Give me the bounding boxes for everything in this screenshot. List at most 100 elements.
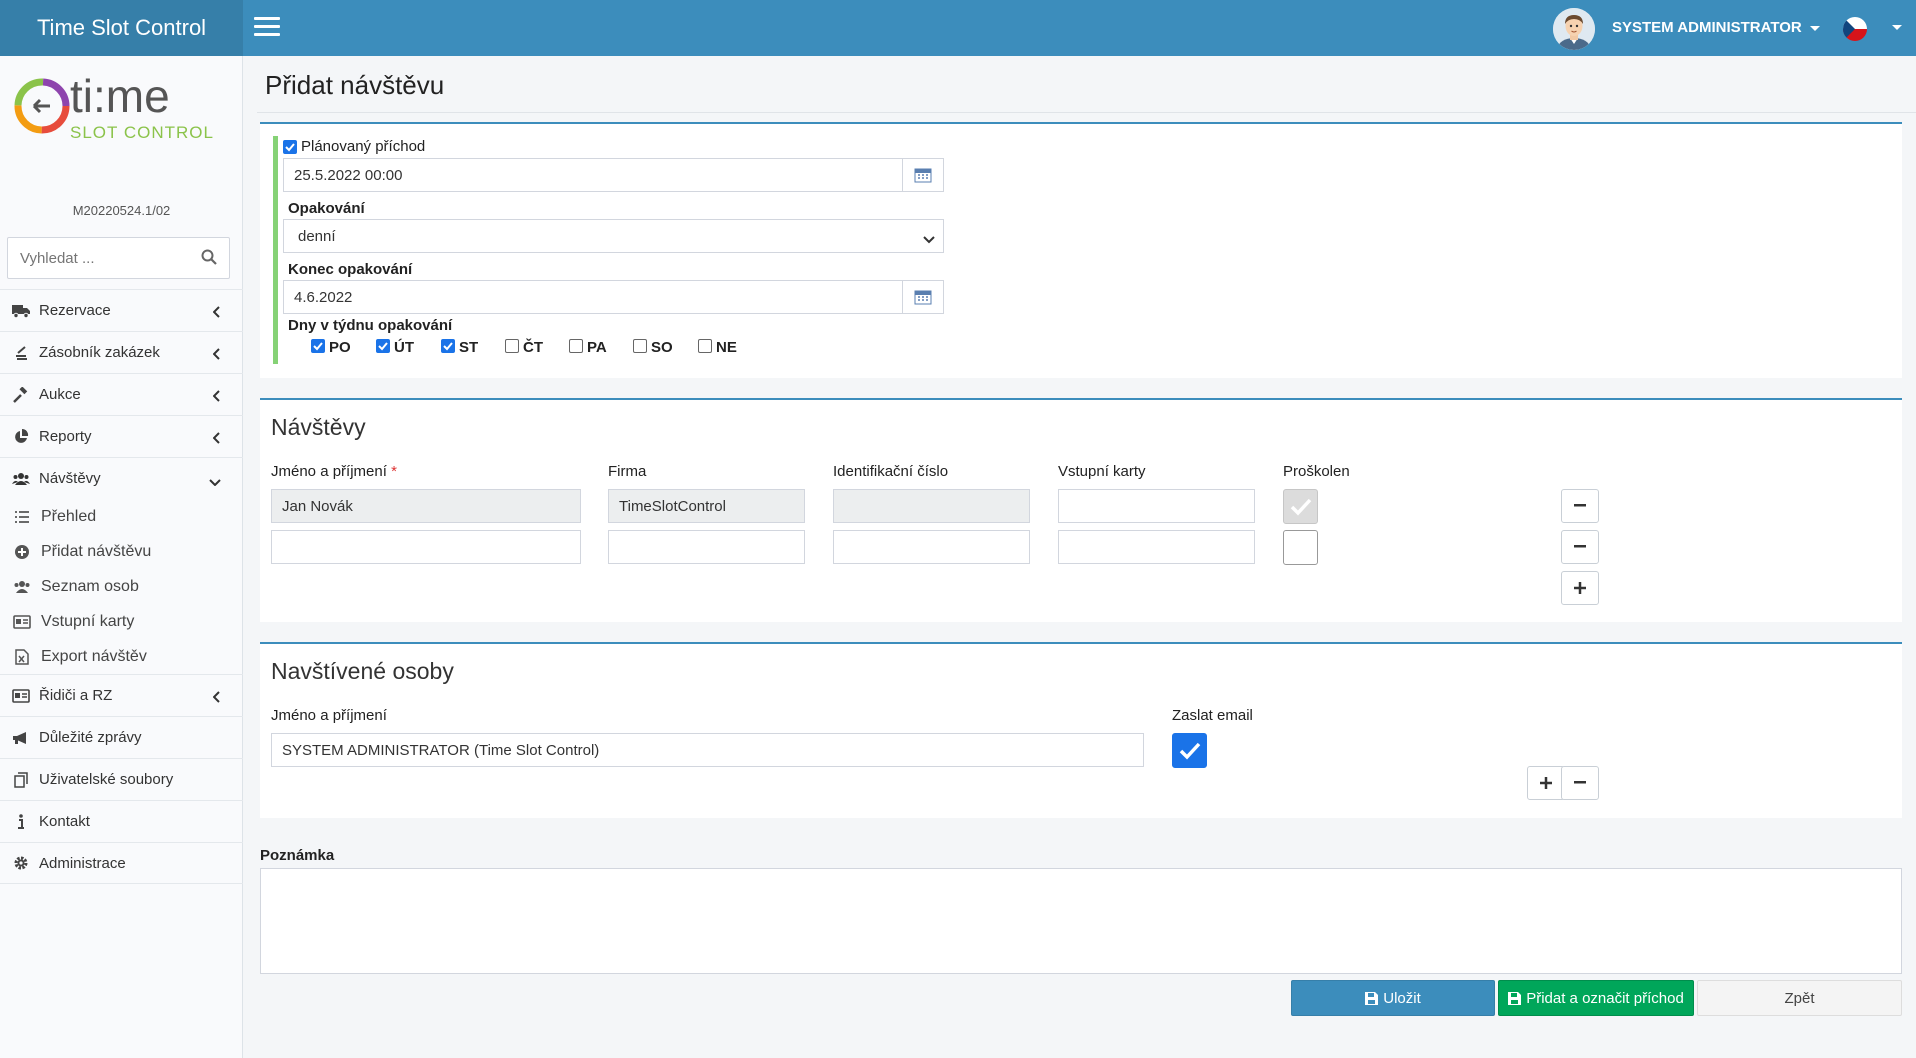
visitor-id-input[interactable] xyxy=(833,489,1030,523)
sidebar-subitem-seznam-osob[interactable]: Seznam osob xyxy=(0,569,243,604)
sidebar-subitem-label: Seznam osob xyxy=(41,577,139,595)
sidebar-subitem-vstupni-karty[interactable]: Vstupní karty xyxy=(0,604,243,639)
user-avatar[interactable] xyxy=(1553,8,1595,50)
calendar-icon[interactable] xyxy=(902,158,944,192)
add-and-mark-arrival-button[interactable]: Přidat a označit příchod xyxy=(1498,980,1694,1016)
truck-icon xyxy=(11,303,31,319)
user-menu[interactable]: SYSTEM ADMINISTRATOR xyxy=(1612,19,1820,36)
note-textarea[interactable] xyxy=(260,868,1902,974)
chevron-left-icon xyxy=(212,347,221,364)
visitor-id-input[interactable] xyxy=(833,530,1030,564)
sidebar-subitem-label: Přehled xyxy=(41,507,97,525)
language-chevron-down-icon[interactable] xyxy=(1892,25,1902,30)
col-cards-label: Vstupní karty xyxy=(1058,463,1146,480)
sidebar-item-dulezite-zpravy[interactable]: Důležité zprávy xyxy=(0,716,243,758)
sidebar-item-ridici[interactable]: Řidiči a RZ xyxy=(0,674,243,716)
visited-title: Navštívené osoby xyxy=(271,658,454,684)
day-checkbox-po[interactable] xyxy=(311,339,325,353)
repeat-select[interactable]: denní xyxy=(283,219,944,253)
sidebar-subitem-label: Export návštěv xyxy=(41,647,147,665)
day-checkbox-st[interactable] xyxy=(441,339,455,353)
sidebar-item-rezervace[interactable]: Rezervace xyxy=(0,289,243,331)
weekdays-label: Dny v týdnu opakování xyxy=(288,317,453,334)
card-icon xyxy=(12,614,32,630)
sidebar: ti:me SLOT CONTROL M20220524.1/02 Rezerv… xyxy=(0,56,243,1058)
col-name-label: Jméno a příjmení * xyxy=(271,463,397,480)
visitor-name-input[interactable] xyxy=(271,530,581,564)
add-person-button[interactable] xyxy=(1527,766,1565,800)
excel-icon xyxy=(12,648,32,665)
visited-person-input[interactable]: SYSTEM ADMINISTRATOR (Time Slot Control) xyxy=(271,733,1144,767)
chevron-down-icon xyxy=(209,473,221,490)
copy-icon xyxy=(11,771,31,788)
sidebar-item-label: Administrace xyxy=(39,854,126,872)
planned-arrival-input[interactable]: 25.5.2022 00:00 xyxy=(283,158,903,192)
sidebar-subitem-pridat-navstevu[interactable]: Přidat návštěvu xyxy=(0,534,243,569)
sidebar-item-administrace[interactable]: Administrace xyxy=(0,842,243,884)
day-label: ST xyxy=(459,339,479,356)
day-label: SO xyxy=(651,339,673,356)
repeat-select-value: denní xyxy=(298,227,336,245)
day-label: PO xyxy=(329,339,351,356)
save-button[interactable]: Uložit xyxy=(1291,980,1495,1016)
hamburger-menu-icon[interactable] xyxy=(254,17,280,37)
id-card-icon xyxy=(11,688,31,704)
add-mark-label: Přidat a označit příchod xyxy=(1526,989,1684,1007)
day-checkbox-ut[interactable] xyxy=(376,339,390,353)
logo-word: ti:me xyxy=(70,70,170,122)
czech-flag-icon[interactable] xyxy=(1843,17,1867,41)
col-id-label: Identifikační číslo xyxy=(833,463,949,480)
day-checkbox-ne[interactable] xyxy=(698,339,712,353)
time-slot-control-logo: ti:me SLOT CONTROL xyxy=(10,66,230,146)
day-label: PA xyxy=(587,339,607,356)
trained-checkbox[interactable] xyxy=(1283,530,1318,565)
visitor-company-input[interactable]: TimeSlotControl xyxy=(608,489,805,523)
search-icon[interactable] xyxy=(201,249,217,269)
visitor-cards-input[interactable] xyxy=(1058,489,1255,523)
remove-row-button[interactable] xyxy=(1561,530,1599,564)
day-label: ÚT xyxy=(394,339,414,356)
planned-arrival-checkbox[interactable] xyxy=(283,140,297,154)
send-email-checkbox[interactable] xyxy=(1172,733,1207,768)
visits-panel: Návštěvy Jméno a příjmení * Firma Identi… xyxy=(260,398,1902,622)
sidebar-item-label: Zásobník zakázek xyxy=(39,344,160,361)
sidebar-item-uzivatelske-soubory[interactable]: Uživatelské soubory xyxy=(0,758,243,800)
sidebar-item-kontakt[interactable]: Kontakt xyxy=(0,800,243,842)
sidebar-item-reporty[interactable]: Reporty xyxy=(0,415,243,457)
col-trained-label: Proškolen xyxy=(1283,463,1350,480)
sidebar-item-label: Reporty xyxy=(39,428,92,445)
trained-checkbox[interactable] xyxy=(1283,489,1318,524)
day-label: NE xyxy=(716,339,737,356)
top-bar: Time Slot Control SYSTEM ADMINISTRATOR xyxy=(0,0,1916,56)
accent-bar xyxy=(273,136,278,364)
sidebar-item-zasobnik[interactable]: Zásobník zakázek xyxy=(0,331,243,373)
remove-row-button[interactable] xyxy=(1561,489,1599,523)
sidebar-item-aukce[interactable]: Aukce xyxy=(0,373,243,415)
app-title[interactable]: Time Slot Control xyxy=(0,0,243,56)
day-checkbox-ct[interactable] xyxy=(505,339,519,353)
logo-subtitle: SLOT CONTROL xyxy=(70,123,214,142)
visitor-cards-input[interactable] xyxy=(1058,530,1255,564)
visitor-company-input[interactable] xyxy=(608,530,805,564)
megaphone-icon xyxy=(11,730,31,746)
calendar-icon[interactable] xyxy=(902,280,944,314)
sidebar-item-navstevy[interactable]: Návštěvy xyxy=(0,457,243,499)
sidebar-item-label: Aukce xyxy=(39,386,81,403)
day-checkbox-so[interactable] xyxy=(633,339,647,353)
repeat-end-input[interactable]: 4.6.2022 xyxy=(283,280,903,314)
send-email-label: Zaslat email xyxy=(1172,707,1253,724)
plus-circle-icon xyxy=(12,544,32,560)
sidebar-item-label: Rezervace xyxy=(39,302,111,319)
sidebar-subitem-prehled[interactable]: Přehled xyxy=(0,499,243,534)
day-checkbox-pa[interactable] xyxy=(569,339,583,353)
gavel-icon xyxy=(11,386,31,403)
back-button[interactable]: Zpět xyxy=(1697,980,1902,1016)
add-row-button[interactable] xyxy=(1561,571,1599,605)
user-name: SYSTEM ADMINISTRATOR xyxy=(1612,19,1802,36)
remove-person-button[interactable] xyxy=(1561,766,1599,800)
users-icon xyxy=(11,471,31,487)
search-input[interactable] xyxy=(8,238,188,278)
sidebar-subitem-export-navstev[interactable]: Export návštěv xyxy=(0,639,243,674)
visitor-name-input[interactable]: Jan Novák xyxy=(271,489,581,523)
sidebar-item-label: Návštěvy xyxy=(39,470,101,487)
